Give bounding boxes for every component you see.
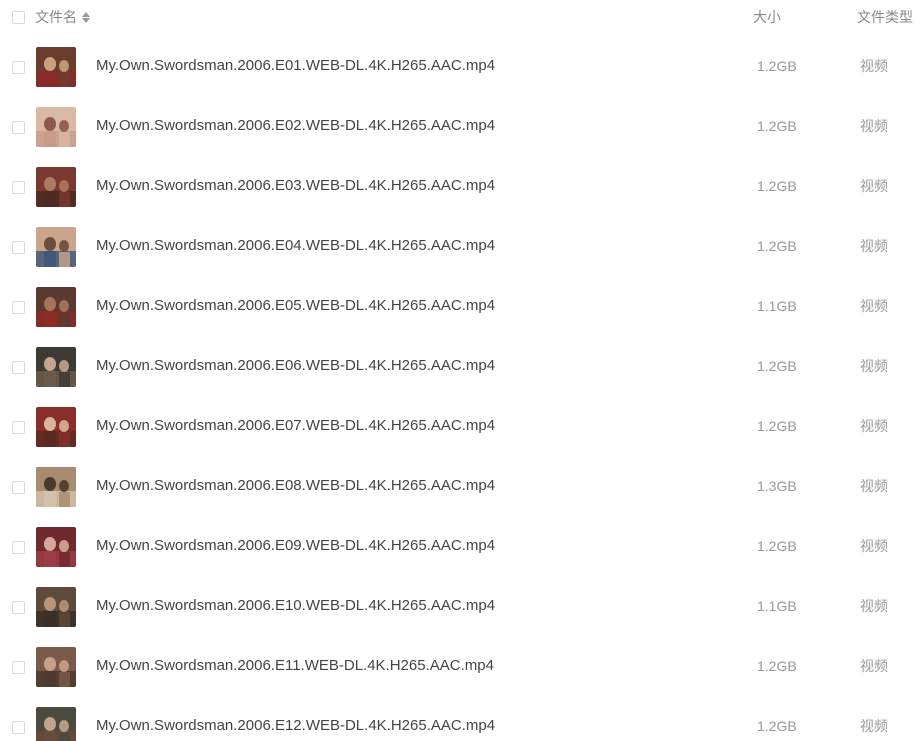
file-type: 视频 [860, 598, 888, 614]
column-header-name-label: 文件名 [35, 9, 77, 25]
file-type: 视频 [860, 298, 888, 314]
video-thumbnail[interactable] [36, 227, 76, 267]
video-thumbnail[interactable] [36, 707, 76, 741]
file-type: 视频 [860, 538, 888, 554]
video-thumbnail[interactable] [36, 527, 76, 567]
file-row[interactable]: My.Own.Swordsman.2006.E11.WEB-DL.4K.H265… [0, 637, 922, 697]
file-name[interactable]: My.Own.Swordsman.2006.E12.WEB-DL.4K.H265… [96, 717, 495, 735]
row-checkbox[interactable] [12, 121, 25, 134]
file-type: 视频 [860, 58, 888, 74]
file-size: 1.2GB [757, 358, 797, 374]
file-row[interactable]: My.Own.Swordsman.2006.E10.WEB-DL.4K.H265… [0, 577, 922, 637]
file-name[interactable]: My.Own.Swordsman.2006.E06.WEB-DL.4K.H265… [96, 357, 495, 375]
file-size: 1.2GB [757, 58, 797, 74]
file-type: 视频 [860, 178, 888, 194]
column-header-type[interactable]: 文件类型 [857, 9, 913, 25]
row-checkbox[interactable] [12, 481, 25, 494]
file-type: 视频 [860, 358, 888, 374]
row-checkbox[interactable] [12, 541, 25, 554]
file-size: 1.2GB [757, 658, 797, 674]
file-row[interactable]: My.Own.Swordsman.2006.E02.WEB-DL.4K.H265… [0, 97, 922, 157]
video-thumbnail[interactable] [36, 407, 76, 447]
file-row[interactable]: My.Own.Swordsman.2006.E05.WEB-DL.4K.H265… [0, 277, 922, 337]
file-type: 视频 [860, 658, 888, 674]
file-size: 1.1GB [757, 598, 797, 614]
file-size: 1.2GB [757, 238, 797, 254]
file-name[interactable]: My.Own.Swordsman.2006.E09.WEB-DL.4K.H265… [96, 537, 495, 555]
video-thumbnail[interactable] [36, 167, 76, 207]
file-size: 1.2GB [757, 118, 797, 134]
file-size: 1.1GB [757, 298, 797, 314]
column-header-name[interactable]: 文件名 [35, 9, 90, 25]
file-type: 视频 [860, 118, 888, 134]
file-name[interactable]: My.Own.Swordsman.2006.E04.WEB-DL.4K.H265… [96, 237, 495, 255]
file-row[interactable]: My.Own.Swordsman.2006.E06.WEB-DL.4K.H265… [0, 337, 922, 397]
file-size: 1.2GB [757, 178, 797, 194]
file-type: 视频 [860, 718, 888, 734]
file-name[interactable]: My.Own.Swordsman.2006.E03.WEB-DL.4K.H265… [96, 177, 495, 195]
video-thumbnail[interactable] [36, 107, 76, 147]
video-thumbnail[interactable] [36, 647, 76, 687]
file-name[interactable]: My.Own.Swordsman.2006.E10.WEB-DL.4K.H265… [96, 597, 495, 615]
file-list-header: 文件名 大小 文件类型 [0, 0, 922, 34]
file-row[interactable]: My.Own.Swordsman.2006.E04.WEB-DL.4K.H265… [0, 217, 922, 277]
file-name[interactable]: My.Own.Swordsman.2006.E11.WEB-DL.4K.H265… [96, 657, 494, 675]
row-checkbox[interactable] [12, 61, 25, 74]
file-name[interactable]: My.Own.Swordsman.2006.E02.WEB-DL.4K.H265… [96, 117, 495, 135]
video-thumbnail[interactable] [36, 347, 76, 387]
row-checkbox[interactable] [12, 241, 25, 254]
file-row[interactable]: My.Own.Swordsman.2006.E09.WEB-DL.4K.H265… [0, 517, 922, 577]
row-checkbox[interactable] [12, 721, 25, 734]
file-row[interactable]: My.Own.Swordsman.2006.E08.WEB-DL.4K.H265… [0, 457, 922, 517]
row-checkbox[interactable] [12, 421, 25, 434]
row-checkbox[interactable] [12, 601, 25, 614]
file-size: 1.2GB [757, 538, 797, 554]
file-row[interactable]: My.Own.Swordsman.2006.E03.WEB-DL.4K.H265… [0, 157, 922, 217]
file-name[interactable]: My.Own.Swordsman.2006.E07.WEB-DL.4K.H265… [96, 417, 495, 435]
file-row[interactable]: My.Own.Swordsman.2006.E07.WEB-DL.4K.H265… [0, 397, 922, 457]
video-thumbnail[interactable] [36, 587, 76, 627]
file-type: 视频 [860, 418, 888, 434]
row-checkbox[interactable] [12, 301, 25, 314]
file-type: 视频 [860, 238, 888, 254]
file-size: 1.3GB [757, 478, 797, 494]
sort-updown-icon[interactable] [82, 11, 90, 23]
row-checkbox[interactable] [12, 181, 25, 194]
video-thumbnail[interactable] [36, 467, 76, 507]
video-thumbnail[interactable] [36, 47, 76, 87]
row-checkbox[interactable] [12, 361, 25, 374]
file-type: 视频 [860, 478, 888, 494]
video-thumbnail[interactable] [36, 287, 76, 327]
file-name[interactable]: My.Own.Swordsman.2006.E01.WEB-DL.4K.H265… [96, 57, 495, 75]
file-name[interactable]: My.Own.Swordsman.2006.E08.WEB-DL.4K.H265… [96, 477, 495, 495]
file-size: 1.2GB [757, 718, 797, 734]
file-size: 1.2GB [757, 418, 797, 434]
file-name[interactable]: My.Own.Swordsman.2006.E05.WEB-DL.4K.H265… [96, 297, 495, 315]
select-all-checkbox[interactable] [12, 11, 25, 24]
row-checkbox[interactable] [12, 661, 25, 674]
file-row[interactable]: My.Own.Swordsman.2006.E12.WEB-DL.4K.H265… [0, 697, 922, 741]
file-row[interactable]: My.Own.Swordsman.2006.E01.WEB-DL.4K.H265… [0, 37, 922, 97]
column-header-size[interactable]: 大小 [753, 9, 781, 25]
file-list: 文件名 大小 文件类型 My.Own.Swordsman.2006.E01.WE… [0, 0, 922, 741]
